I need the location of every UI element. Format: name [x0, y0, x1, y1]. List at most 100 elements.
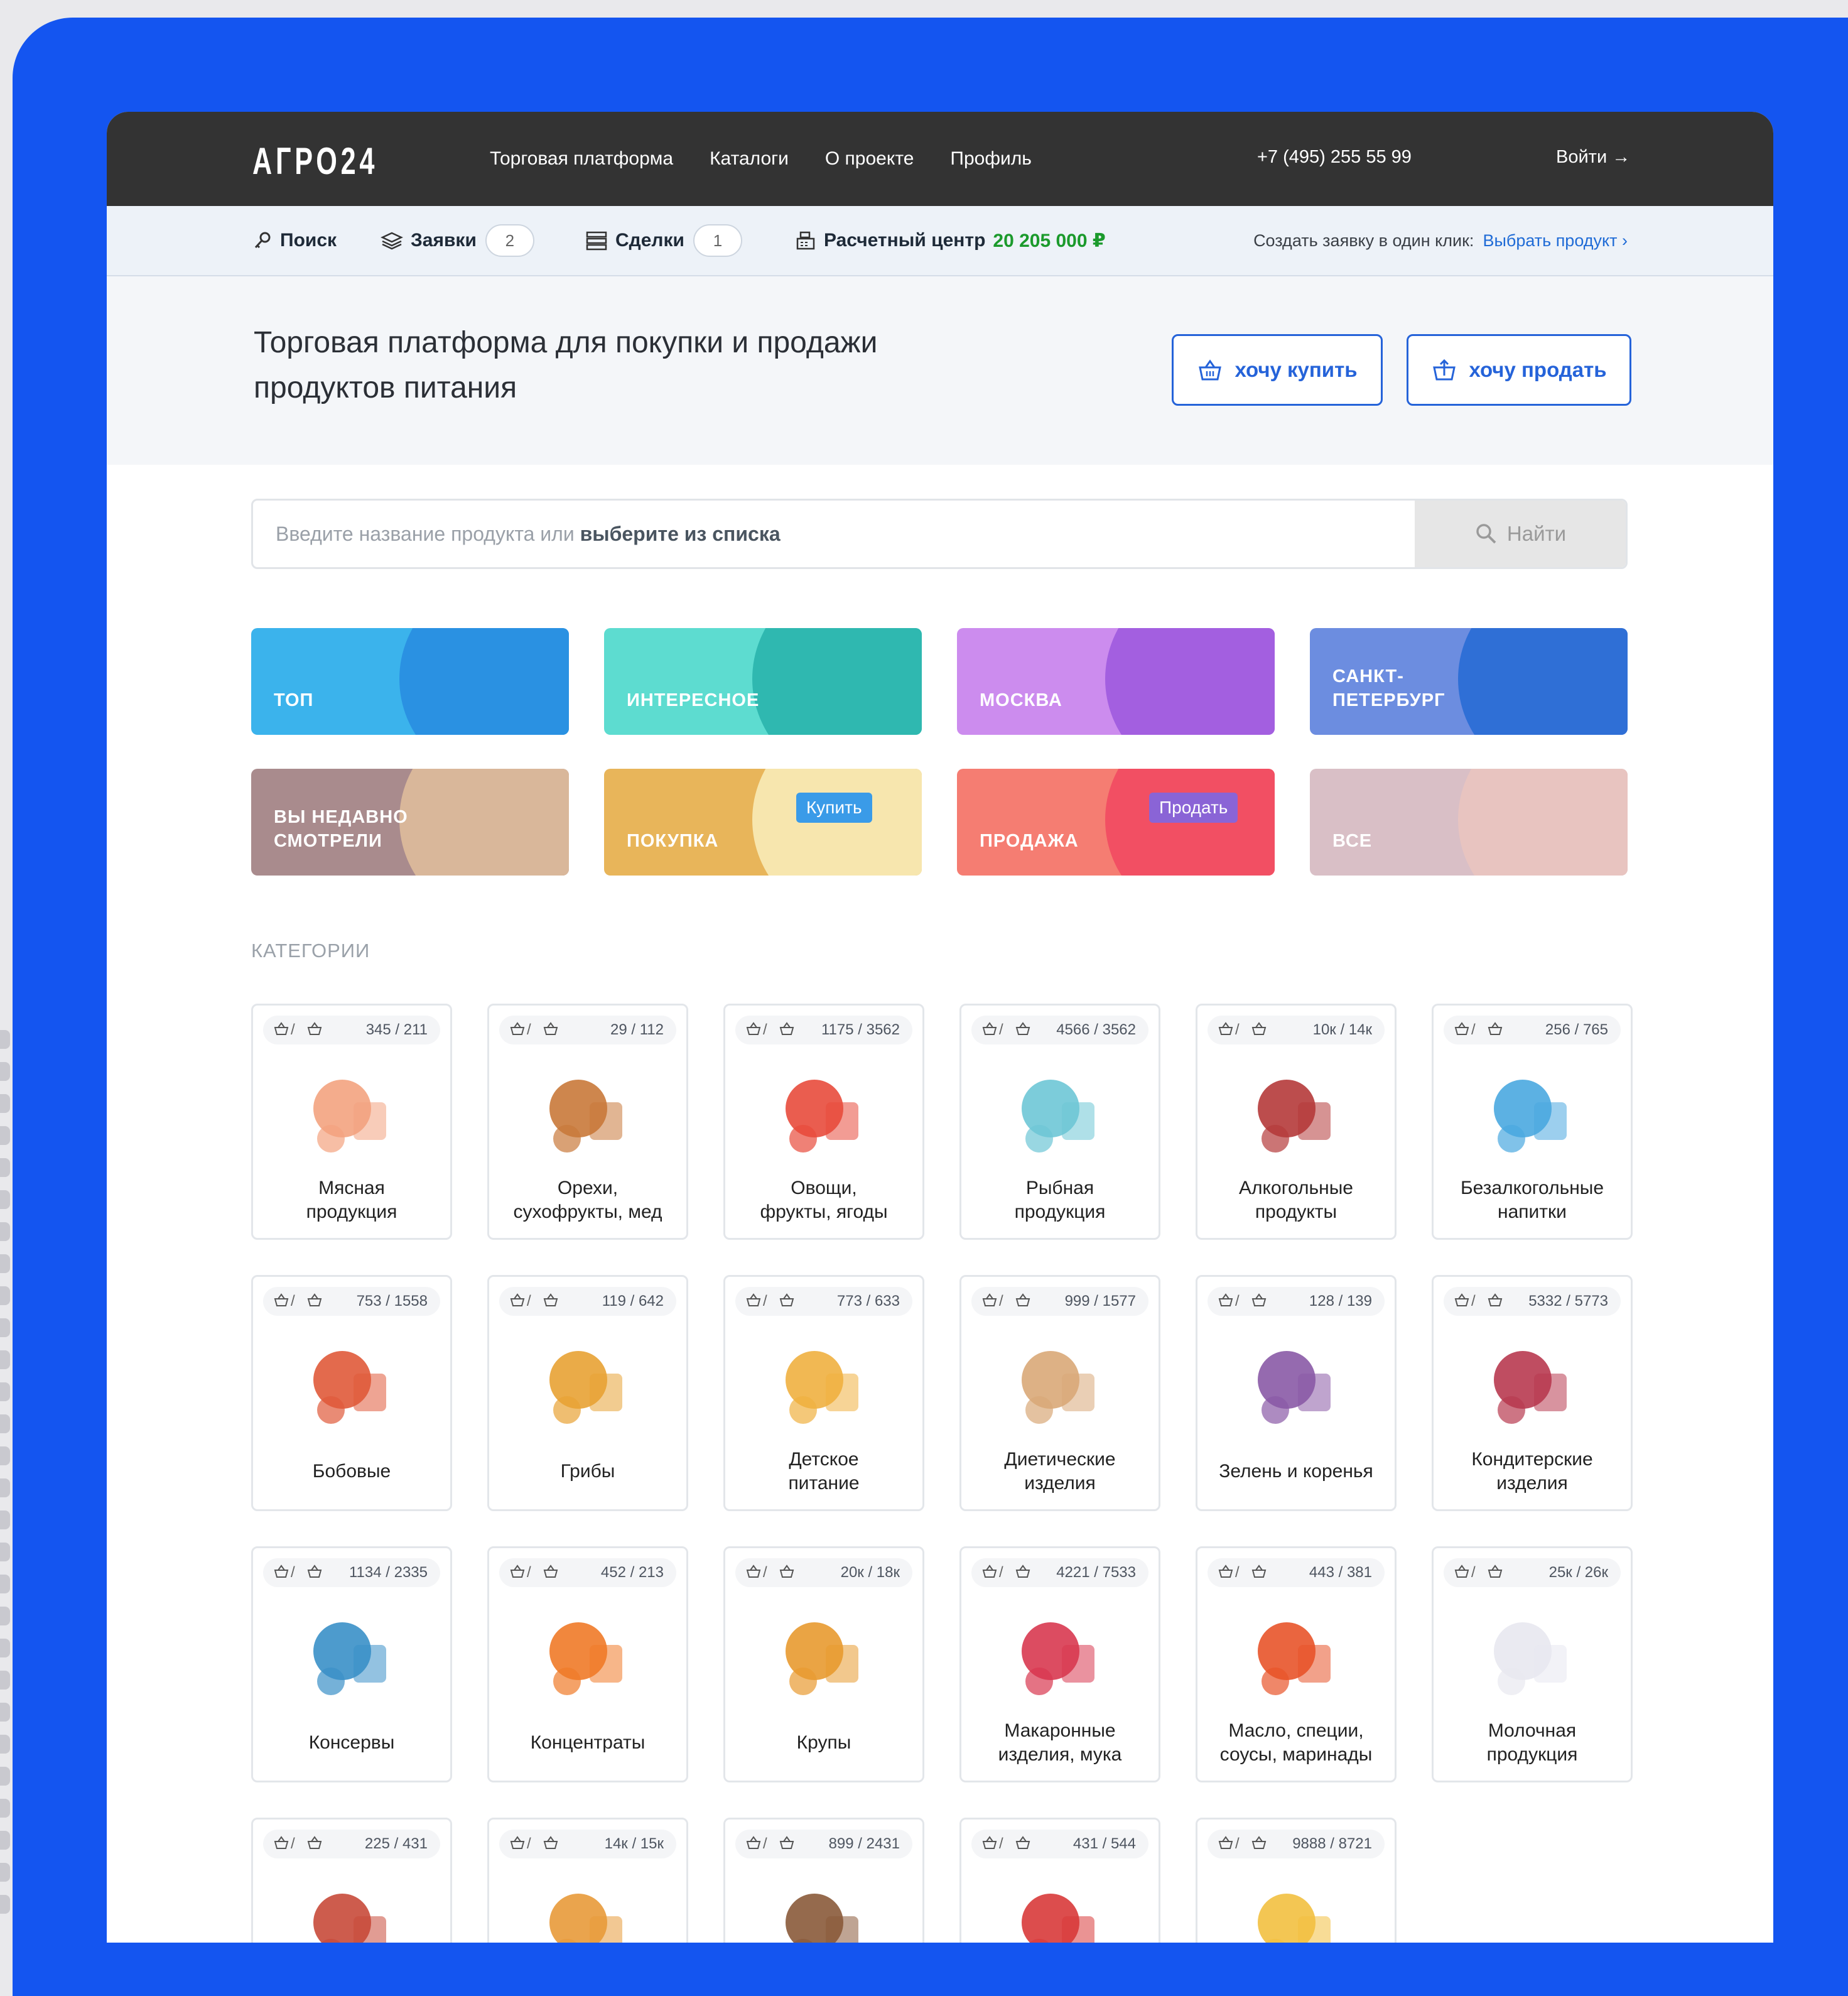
- offer-counter: /899 / 2431: [735, 1830, 912, 1858]
- category-name: Молочная продукция: [1486, 1720, 1578, 1765]
- basket-icon: [1199, 359, 1222, 381]
- settlement-label: Расчетный центр: [824, 230, 986, 251]
- category-name: Орехи, сухофрукты, мед: [513, 1178, 662, 1222]
- promo-tile[interactable]: ИНТЕРЕСНОЕ: [604, 628, 922, 735]
- choose-product-link[interactable]: Выбрать продукт ›: [1483, 231, 1628, 251]
- category-card[interactable]: /345 / 211 Мясная продукция: [251, 1004, 452, 1240]
- layers-icon: [381, 232, 403, 250]
- tile-label: САНКТ- ПЕТЕРБУРГ: [1332, 666, 1445, 710]
- deals-link[interactable]: Сделки 1: [585, 206, 742, 275]
- nav-trading-platform[interactable]: Торговая платформа: [490, 148, 673, 170]
- sell-basket-icon: [296, 1293, 323, 1311]
- sell-basket-icon: [296, 1564, 323, 1582]
- buy-basket-icon: [1444, 1564, 1470, 1582]
- buy-basket-icon: [735, 1835, 762, 1853]
- offer-count: 773 / 633: [836, 1293, 900, 1310]
- category-name: Кондитерские изделия: [1471, 1449, 1593, 1494]
- category-card[interactable]: /1175 / 3562 Овощи, фрукты, ягоды: [723, 1004, 924, 1240]
- sell-basket-icon: [532, 1021, 559, 1039]
- tile-illustration: [752, 628, 922, 735]
- quick-order: Создать заявку в один клик: Выбрать прод…: [1253, 206, 1628, 275]
- deals-label: Сделки: [615, 230, 684, 251]
- want-buy-button[interactable]: хочу купить: [1172, 334, 1383, 406]
- category-card[interactable]: /431 / 544: [959, 1818, 1160, 1943]
- category-card[interactable]: /256 / 765 Безалкогольные напитки: [1432, 1004, 1633, 1240]
- grains-icon: [786, 1622, 858, 1695]
- category-card[interactable]: /14к / 15к: [487, 1818, 688, 1943]
- category-name: Безалкогольные напитки: [1460, 1178, 1604, 1222]
- promo-tile[interactable]: ТОП: [251, 628, 569, 735]
- category-card[interactable]: /899 / 2431: [723, 1818, 924, 1943]
- choose-from-list-link[interactable]: выберите из списка: [580, 523, 781, 545]
- search-key-icon: [254, 232, 271, 249]
- tile-illustration: [1458, 769, 1628, 876]
- category-card[interactable]: /1134 / 2335 Консервы: [251, 1546, 452, 1782]
- coffee-tea-icon: [786, 1894, 858, 1943]
- buy-basket-icon: [263, 1835, 289, 1853]
- nav-about[interactable]: О проекте: [825, 148, 914, 170]
- tobacco-icon: [313, 1894, 386, 1943]
- category-card[interactable]: /452 / 213 Концентраты: [487, 1546, 688, 1782]
- offer-counter: /20к / 18к: [735, 1558, 912, 1587]
- category-card[interactable]: /999 / 1577 Диетические изделия: [959, 1275, 1160, 1511]
- offer-counter: /25к / 26к: [1444, 1558, 1621, 1587]
- orders-link[interactable]: Заявки 2: [381, 206, 534, 275]
- category-card[interactable]: /128 / 139 Зелень и коренья: [1196, 1275, 1397, 1511]
- nav-catalogs[interactable]: Каталоги: [710, 148, 789, 170]
- category-card[interactable]: /29 / 112 Орехи, сухофрукты, мед: [487, 1004, 688, 1240]
- promo-tile[interactable]: САНКТ- ПЕТЕРБУРГ: [1310, 628, 1628, 735]
- sell-basket-icon: [769, 1021, 795, 1039]
- offer-counter: /345 / 211: [263, 1016, 440, 1044]
- tile-label: МОСКВА: [980, 690, 1062, 710]
- category-card[interactable]: /5332 / 5773 Кондитерские изделия: [1432, 1275, 1633, 1511]
- category-card[interactable]: /753 / 1558 Бобовые: [251, 1275, 452, 1511]
- buy-basket-icon: [971, 1293, 998, 1311]
- sell-basket-icon: [1005, 1835, 1031, 1853]
- nav-profile[interactable]: Профиль: [950, 148, 1032, 170]
- meat-icon: [313, 1080, 386, 1153]
- offer-counter: /999 / 1577: [971, 1287, 1148, 1316]
- search-input[interactable]: Введите название продукта или выберите и…: [276, 501, 781, 567]
- category-card[interactable]: /25к / 26к Молочная продукция: [1432, 1546, 1633, 1782]
- settlement-center-link[interactable]: Расчетный центр 20 205 000 ₽: [795, 206, 1106, 275]
- category-card[interactable]: /225 / 431: [251, 1818, 452, 1943]
- search-button[interactable]: Найти: [1415, 501, 1626, 567]
- category-card[interactable]: /119 / 642 Грибы: [487, 1275, 688, 1511]
- offer-counter: /5332 / 5773: [1444, 1287, 1621, 1316]
- category-card[interactable]: /10к / 14к Алкогольные продукты: [1196, 1004, 1397, 1240]
- login-link[interactable]: Войти →: [1556, 147, 1630, 168]
- logo[interactable]: АГРО24: [252, 139, 378, 183]
- buy-basket-icon: [1208, 1293, 1234, 1311]
- buy-basket-icon: [735, 1564, 762, 1582]
- beans-icon: [313, 1351, 386, 1424]
- want-sell-button[interactable]: хочу продать: [1407, 334, 1631, 406]
- phone-number[interactable]: +7 (495) 255 55 99: [1257, 147, 1412, 168]
- category-card[interactable]: /773 / 633 Детское питание: [723, 1275, 924, 1511]
- buy-basket-icon: [735, 1021, 762, 1039]
- sell-basket-icon: [532, 1835, 559, 1853]
- oil-spices-icon: [1258, 1622, 1331, 1695]
- buy-basket-icon: [971, 1835, 998, 1853]
- sell-basket-icon: [769, 1293, 795, 1311]
- concentrates-icon: [549, 1622, 622, 1695]
- buy-basket-icon: [499, 1021, 526, 1039]
- promo-tile[interactable]: Продать ПРОДАЖА: [957, 769, 1275, 876]
- tile-tag: Купить: [796, 793, 872, 823]
- sell-basket-icon: [1005, 1021, 1031, 1039]
- buy-basket-icon: [499, 1293, 526, 1311]
- offer-counter: /128 / 139: [1208, 1287, 1385, 1316]
- sell-basket-icon: [532, 1564, 559, 1582]
- category-card[interactable]: /9888 / 8721: [1196, 1818, 1397, 1943]
- promo-tile[interactable]: Купить ПОКУПКА: [604, 769, 922, 876]
- category-card[interactable]: /4566 / 3562 Рыбная продукция: [959, 1004, 1160, 1240]
- category-card[interactable]: /4221 / 7533 Макаронные изделия, мука: [959, 1546, 1160, 1782]
- category-card[interactable]: /443 / 381 Масло, специи, соусы, маринады: [1196, 1546, 1397, 1782]
- offer-counter: /4566 / 3562: [971, 1016, 1148, 1044]
- category-card[interactable]: /20к / 18к Крупы: [723, 1546, 924, 1782]
- category-name: Овощи, фрукты, ягоды: [760, 1178, 888, 1222]
- promo-tile[interactable]: ВЫ НЕДАВНО СМОТРЕЛИ: [251, 769, 569, 876]
- promo-tile[interactable]: ВСЕ: [1310, 769, 1628, 876]
- sell-basket-icon: [296, 1835, 323, 1853]
- promo-tile[interactable]: МОСКВА: [957, 628, 1275, 735]
- search-link[interactable]: Поиск: [252, 206, 337, 275]
